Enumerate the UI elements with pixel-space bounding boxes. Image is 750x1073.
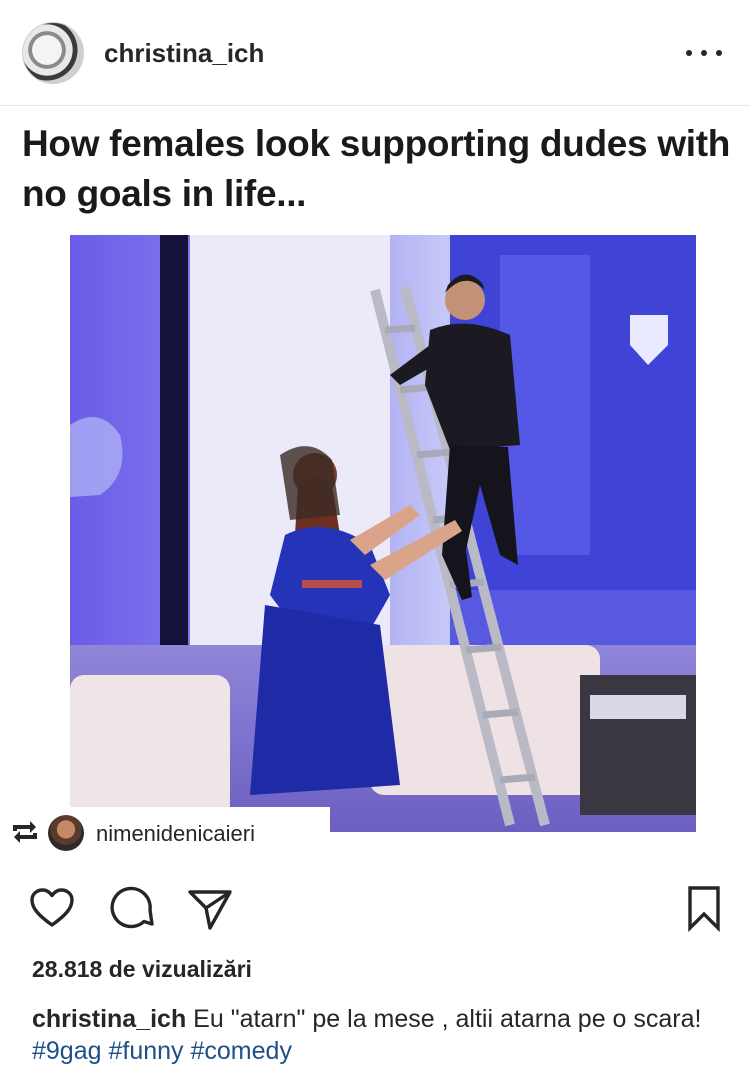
comment-icon[interactable] bbox=[108, 884, 156, 932]
more-options-icon[interactable] bbox=[686, 38, 722, 68]
hashtag-link[interactable]: #9gag bbox=[32, 1037, 102, 1065]
dot bbox=[686, 50, 692, 56]
post-username[interactable]: christina_ich bbox=[104, 38, 264, 69]
heart-icon[interactable] bbox=[28, 884, 76, 932]
dot bbox=[716, 50, 722, 56]
repost-icon bbox=[13, 821, 37, 843]
meme-caption: How females look supporting dudes with n… bbox=[22, 123, 731, 214]
repost-avatar[interactable] bbox=[48, 815, 84, 851]
avatar[interactable] bbox=[22, 22, 84, 84]
caption-username[interactable]: christina_ich bbox=[32, 1005, 186, 1033]
hashtag-link[interactable]: #comedy bbox=[191, 1037, 292, 1065]
bookmark-icon[interactable] bbox=[680, 884, 728, 932]
repost-attribution[interactable]: nimenidenicaieri bbox=[0, 807, 330, 859]
video-frame[interactable] bbox=[70, 235, 696, 832]
action-bar bbox=[0, 870, 750, 944]
post-caption: christina_ich Eu "atarn" pe la mese , al… bbox=[32, 1003, 732, 1067]
dot bbox=[701, 50, 707, 56]
send-icon[interactable] bbox=[186, 884, 234, 932]
video-scene-illustration bbox=[70, 235, 696, 832]
views-count[interactable]: 28.818 de vizualizări bbox=[32, 956, 252, 983]
post-header: christina_ich bbox=[0, 0, 750, 106]
caption-text: Eu "atarn" pe la mese , altii atarna pe … bbox=[186, 1005, 702, 1033]
hashtag-link[interactable]: #funny bbox=[108, 1037, 183, 1065]
repost-username[interactable]: nimenidenicaieri bbox=[96, 821, 255, 847]
post-media[interactable]: How females look supporting dudes with n… bbox=[0, 107, 750, 860]
